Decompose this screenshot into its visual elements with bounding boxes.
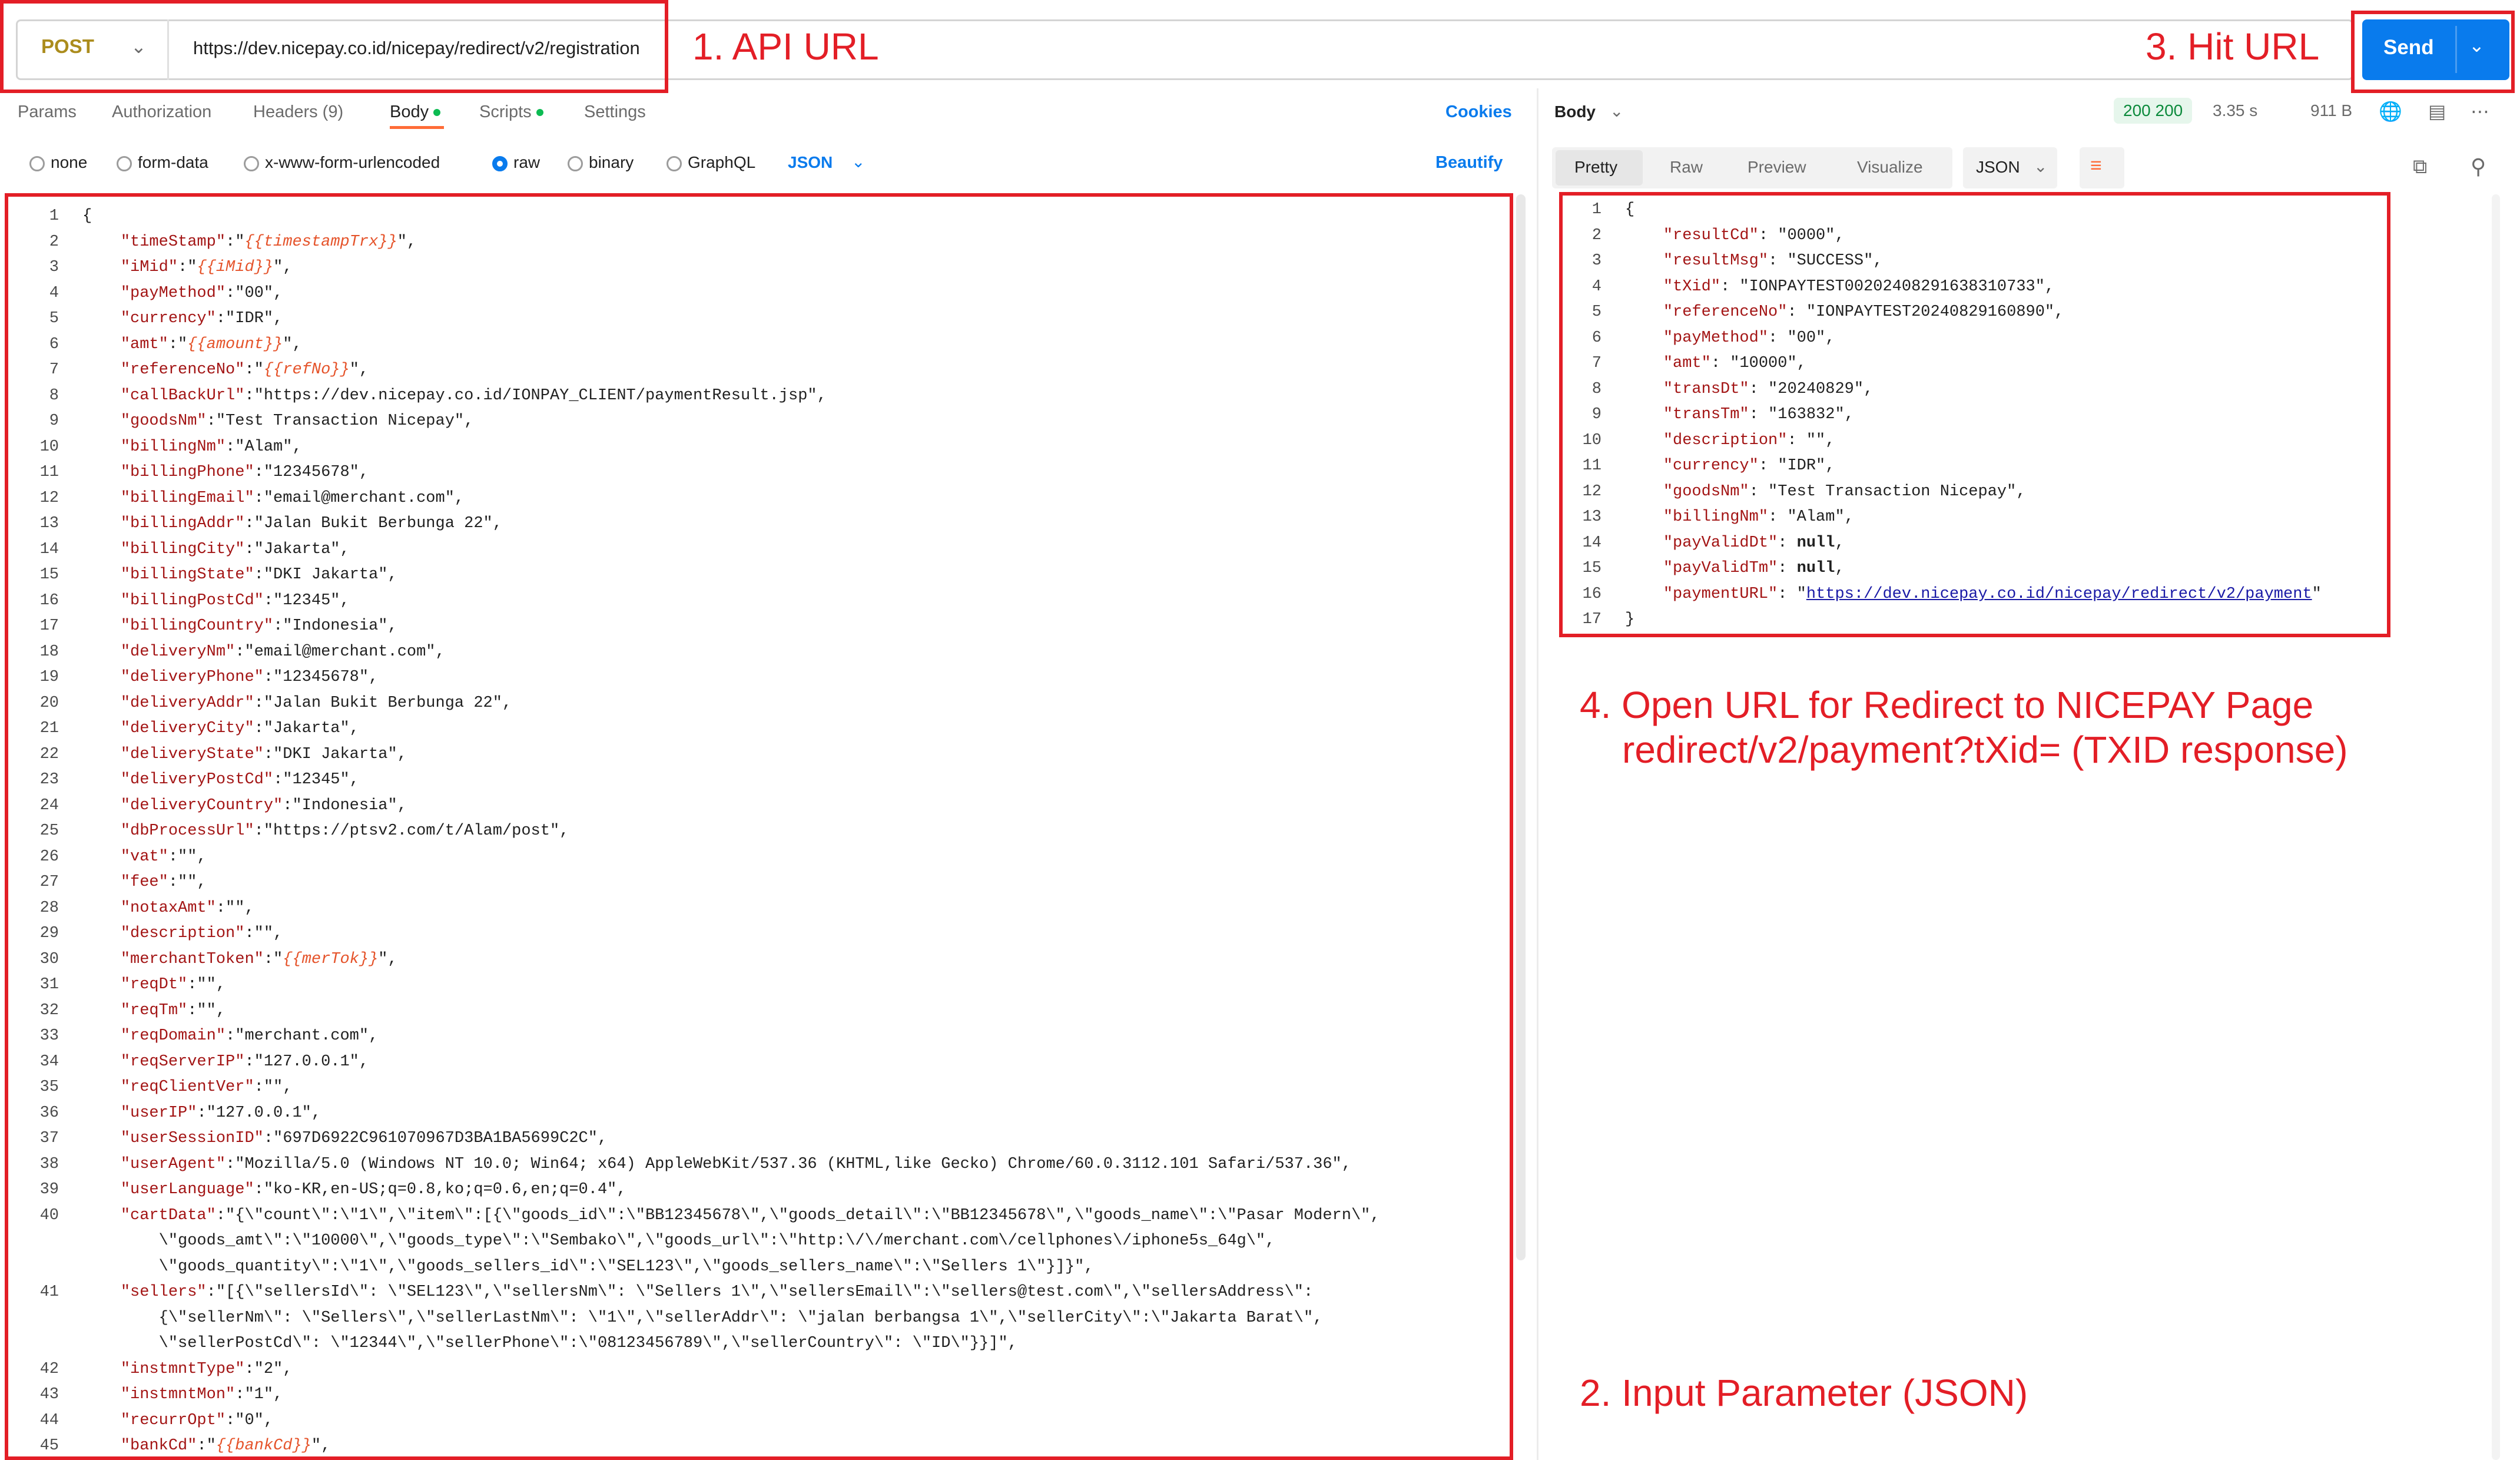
view-tab-raw[interactable]: Raw	[1670, 158, 1703, 177]
annotation-box-api-url	[0, 0, 668, 93]
radio-icon	[244, 155, 259, 171]
radio-raw[interactable]: raw	[492, 153, 540, 172]
radio-raw-label: raw	[513, 153, 541, 171]
chevron-down-icon: ⌄	[1610, 102, 1624, 120]
view-tab-pretty[interactable]: Pretty	[1574, 158, 1617, 177]
annotation-box-send	[2351, 11, 2515, 93]
radio-none-label: none	[51, 153, 88, 171]
response-time: 3.35 s	[2213, 101, 2258, 120]
search-icon[interactable]: ⚲	[2471, 154, 2486, 179]
tab-scripts-label: Scripts	[479, 102, 532, 121]
tab-params[interactable]: Params	[18, 102, 77, 122]
scripts-dot-icon	[536, 109, 543, 117]
radio-form-data[interactable]: form-data	[117, 153, 208, 172]
annotation-step-3: 3. Hit URL	[2146, 25, 2320, 68]
radio-icon	[568, 155, 583, 171]
body-dot-icon	[433, 109, 441, 117]
annotation-box-response-body	[1559, 192, 2390, 637]
wrap-lines-button[interactable]	[2080, 147, 2124, 188]
radio-icon	[117, 155, 132, 171]
view-tab-visualize[interactable]: Visualize	[1857, 158, 1923, 177]
globe-icon[interactable]: 🌐	[2379, 100, 2402, 123]
format-select[interactable]: JSON	[788, 153, 833, 172]
status-badge: 200 200	[2114, 98, 2193, 124]
annotation-box-request-body	[5, 193, 1513, 1460]
chevron-down-icon: ⌄	[851, 153, 866, 171]
active-tab-indicator	[390, 126, 444, 129]
chevron-down-icon: ⌄	[2034, 157, 2048, 176]
tab-scripts[interactable]: Scripts	[479, 102, 543, 122]
tab-headers[interactable]: Headers (9)	[253, 102, 343, 122]
panel-divider[interactable]	[1537, 88, 1538, 1460]
annotation-step-4-line1: 4. Open URL for Redirect to NICEPAY Page	[1580, 684, 2314, 726]
cookies-link[interactable]: Cookies	[1445, 102, 1512, 122]
tab-settings[interactable]: Settings	[584, 102, 646, 122]
radio-graphql-label: GraphQL	[688, 153, 756, 171]
tab-authorization[interactable]: Authorization	[112, 102, 211, 122]
radio-icon	[29, 155, 45, 171]
radio-urlencoded-label: x-www-form-urlencoded	[265, 153, 440, 171]
copy-icon[interactable]: ⧉	[2413, 155, 2427, 178]
radio-icon	[667, 155, 682, 171]
radio-none[interactable]: none	[29, 153, 87, 172]
annotation-step-1: 1. API URL	[692, 25, 879, 68]
radio-binary-label: binary	[589, 153, 634, 171]
radio-urlencoded[interactable]: x-www-form-urlencoded	[244, 153, 440, 172]
radio-binary[interactable]: binary	[568, 153, 634, 172]
radio-form-data-label: form-data	[138, 153, 208, 171]
tab-body[interactable]: Body	[390, 102, 441, 122]
editor-scrollbar[interactable]	[1516, 194, 1526, 1260]
wrap-lines-icon: ≡	[2090, 154, 2102, 177]
response-body-label[interactable]: Body	[1554, 102, 1596, 121]
view-tab-preview[interactable]: Preview	[1748, 158, 1806, 177]
tab-body-label: Body	[390, 102, 429, 121]
radio-selected-icon	[492, 155, 508, 171]
response-format-label: JSON	[1976, 158, 2020, 176]
more-icon[interactable]: ⋯	[2471, 100, 2489, 123]
response-scrollbar[interactable]	[2492, 194, 2500, 1460]
response-size: 911 B	[2310, 101, 2353, 120]
beautify-button[interactable]: Beautify	[1435, 153, 1503, 173]
save-response-icon[interactable]: ▤	[2428, 100, 2446, 123]
annotation-step-2: 2. Input Parameter (JSON)	[1580, 1372, 2028, 1414]
radio-graphql[interactable]: GraphQL	[667, 153, 755, 172]
annotation-step-4-line2: redirect/v2/payment?tXid= (TXID response…	[1622, 729, 2348, 771]
